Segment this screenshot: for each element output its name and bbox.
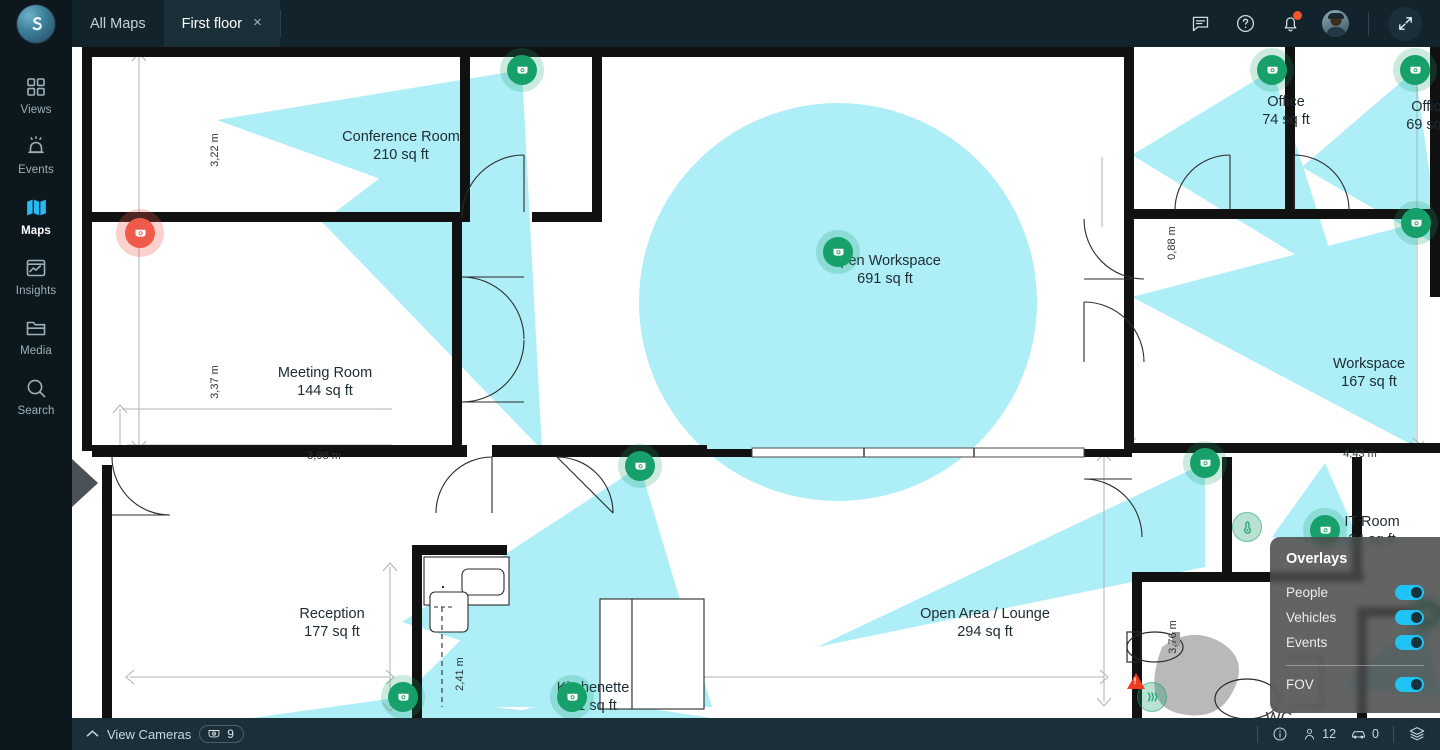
floorplan-drawing bbox=[82, 47, 1440, 718]
sidebar-item-label: Events bbox=[18, 164, 54, 176]
overlay-toggle-events[interactable]: Events bbox=[1286, 630, 1424, 655]
camera-marker-alert[interactable] bbox=[125, 218, 155, 248]
user-avatar[interactable] bbox=[1322, 10, 1349, 37]
chevron-up-icon bbox=[86, 727, 99, 741]
overlay-label: Events bbox=[1286, 635, 1328, 650]
map-application: All Maps First floor × Views Events Maps… bbox=[0, 0, 1440, 750]
info-icon bbox=[1273, 727, 1287, 741]
sidebar-item-label: Views bbox=[20, 104, 52, 116]
camera-marker[interactable] bbox=[1190, 448, 1220, 478]
camera-marker[interactable] bbox=[1400, 55, 1430, 85]
camera-count-badge: 9 bbox=[199, 725, 244, 743]
sidebar-item-views[interactable]: Views bbox=[0, 65, 72, 125]
folder-media-icon bbox=[26, 321, 46, 336]
expand-fullscreen-icon[interactable] bbox=[1388, 6, 1422, 41]
grid-views-icon bbox=[27, 78, 45, 96]
toggle-switch[interactable] bbox=[1395, 635, 1424, 650]
overlay-toggle-vehicles[interactable]: Vehicles bbox=[1286, 605, 1424, 630]
status-divider bbox=[1393, 725, 1394, 743]
expand-panel-handle[interactable] bbox=[72, 459, 98, 507]
map-folded-icon bbox=[26, 199, 46, 216]
sidebar-item-maps[interactable]: Maps bbox=[0, 185, 72, 246]
toggle-switch[interactable] bbox=[1395, 610, 1424, 625]
status-divider bbox=[1257, 725, 1259, 743]
overlays-divider bbox=[1286, 665, 1424, 666]
top-bar-actions bbox=[1187, 0, 1440, 47]
sidebar-item-label: Media bbox=[20, 345, 52, 357]
toggle-switch[interactable] bbox=[1395, 585, 1424, 600]
floorplan-canvas[interactable]: Conference Room 210 sq ft Meeting Room 1… bbox=[72, 47, 1440, 718]
layers-button[interactable] bbox=[1408, 725, 1426, 743]
help-icon[interactable] bbox=[1232, 11, 1258, 37]
sidebar-item-media[interactable]: Media bbox=[0, 306, 72, 366]
camera-marker[interactable] bbox=[388, 682, 418, 712]
info-button[interactable] bbox=[1272, 726, 1288, 742]
view-cameras-label: View Cameras bbox=[107, 726, 192, 742]
tab-bar: All Maps First floor × bbox=[72, 0, 281, 47]
vehicle-count-status[interactable]: 0 bbox=[1350, 726, 1379, 743]
notification-badge bbox=[1293, 10, 1302, 20]
tab-first-floor[interactable]: First floor × bbox=[163, 0, 280, 47]
sidebar-nav: Views Events Maps Insights Media Search bbox=[0, 47, 72, 750]
view-cameras-button[interactable]: View Cameras 9 bbox=[86, 725, 244, 743]
toggle-switch[interactable] bbox=[1395, 677, 1424, 692]
chart-insights-icon bbox=[26, 259, 46, 277]
chat-icon[interactable] bbox=[1187, 11, 1213, 37]
layers-icon bbox=[1409, 727, 1425, 741]
overlay-label: Vehicles bbox=[1286, 610, 1337, 625]
sidebar-item-search[interactable]: Search bbox=[0, 366, 72, 426]
alarm-events-icon bbox=[28, 136, 44, 154]
warning-triangle-icon bbox=[1127, 673, 1145, 689]
overlay-label: People bbox=[1286, 585, 1329, 600]
overlay-toggle-people[interactable]: People bbox=[1286, 580, 1424, 605]
people-count: 12 bbox=[1322, 727, 1337, 741]
camera-marker[interactable] bbox=[625, 451, 655, 481]
app-logo[interactable] bbox=[0, 0, 72, 47]
people-count-status[interactable]: 12 bbox=[1302, 727, 1336, 742]
tab-label: All Maps bbox=[90, 15, 146, 32]
camera-marker[interactable] bbox=[1401, 208, 1431, 238]
top-bar-divider bbox=[1368, 11, 1369, 36]
camera-marker[interactable] bbox=[507, 55, 537, 85]
sidebar-item-events[interactable]: Events bbox=[0, 125, 72, 185]
tab-all-maps[interactable]: All Maps bbox=[72, 0, 164, 47]
tab-label: First floor bbox=[181, 15, 243, 32]
camera-fov-overlays bbox=[217, 70, 1440, 718]
vehicle-icon bbox=[1351, 730, 1366, 739]
top-bar: All Maps First floor × bbox=[0, 0, 1440, 47]
sidebar-item-insights[interactable]: Insights bbox=[0, 246, 72, 306]
sidebar-item-label: Insights bbox=[15, 285, 57, 297]
camera-marker[interactable] bbox=[557, 682, 587, 712]
vehicle-count: 0 bbox=[1372, 727, 1379, 741]
overlays-panel: Overlays People Vehicles Events FOV bbox=[1270, 537, 1440, 713]
glass-partition bbox=[751, 447, 1085, 458]
bottom-bar-status: 12 0 bbox=[1257, 725, 1426, 743]
air-quality-sensor-marker[interactable] bbox=[1127, 673, 1167, 712]
camera-marker[interactable] bbox=[823, 237, 853, 267]
spot-ai-logo-icon bbox=[32, 16, 42, 30]
camera-marker[interactable] bbox=[1257, 55, 1287, 85]
sidebar-item-label: Maps bbox=[21, 225, 51, 237]
person-icon bbox=[1305, 728, 1315, 740]
overlay-label: FOV bbox=[1286, 677, 1314, 692]
bottom-bar: View Cameras 9 12 0 bbox=[72, 718, 1440, 750]
overlays-title: Overlays bbox=[1286, 551, 1348, 567]
search-icon bbox=[27, 379, 46, 398]
tab-divider bbox=[279, 10, 281, 37]
temperature-sensor-marker[interactable] bbox=[1232, 512, 1262, 542]
camera-icon bbox=[208, 730, 220, 738]
sidebar-item-label: Search bbox=[17, 405, 55, 417]
camera-count: 9 bbox=[227, 727, 234, 741]
close-icon[interactable]: × bbox=[253, 15, 262, 30]
notifications-bell-icon[interactable] bbox=[1277, 10, 1303, 37]
overlay-toggle-fov[interactable]: FOV bbox=[1286, 672, 1424, 697]
